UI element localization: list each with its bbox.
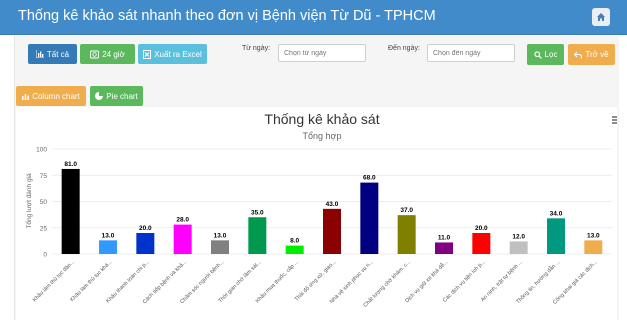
chart-bars (61, 168, 603, 254)
filter-label: Lọc (544, 50, 558, 59)
bar-chart: 0 25 50 75 100 81.0 13.0 20.0 28.0 13.0 35.0 8.0 43… (25, 111, 617, 309)
x-tick-label: Dịch vụ giữ xe khá dễ... (404, 258, 450, 304)
home-icon (597, 13, 605, 21)
chart-bar[interactable] (61, 168, 80, 254)
24h-label: 24 giờ (102, 49, 125, 59)
chart-bar[interactable] (211, 240, 229, 254)
bar-value-label: 34.0 (550, 210, 563, 217)
bar-value-label: 20.0 (139, 225, 152, 232)
x-axis-labels: Khâu làm thủ tục đăn...Khâu làm thủ tục … (31, 258, 599, 309)
filter-button[interactable]: Lọc (527, 44, 564, 65)
home-button[interactable] (592, 8, 610, 26)
chart-bar[interactable] (136, 233, 155, 254)
pie-chart-icon (95, 92, 104, 100)
page-title: Thống kê khảo sát nhanh theo đơn vị Bệnh… (18, 8, 436, 24)
export-excel-label: Xuất ra Excel (154, 49, 202, 59)
chart-menu-button[interactable] (610, 114, 617, 126)
bar-value-label: 12.0 (512, 233, 525, 240)
bar-value-label: 13.0 (587, 232, 600, 239)
all-label: Tất cả (46, 49, 70, 59)
chart-bar[interactable] (323, 208, 341, 254)
chart-bar[interactable] (435, 242, 453, 254)
bar-value-label: 81.0 (64, 161, 77, 168)
bar-chart-icon (35, 50, 44, 58)
search-icon (533, 50, 542, 59)
chart-bar[interactable] (397, 215, 416, 254)
y-tick-label: 100 (36, 147, 47, 154)
chart-bar[interactable] (360, 182, 379, 254)
column-chart-icon (22, 93, 30, 100)
to-date-input[interactable] (427, 44, 515, 62)
y-axis-title: Tổng lượt đánh giá (25, 173, 33, 229)
excel-icon (143, 49, 152, 59)
chart-container: 0 25 50 75 100 81.0 13.0 20.0 28.0 13.0 35.0 8.0 43… (16, 107, 617, 320)
back-label: Trở về (585, 50, 609, 59)
bar-value-label: 37.0 (400, 207, 413, 214)
x-tick-label: Khâu làm thủ tục khá... (69, 258, 114, 303)
y-tick-label: 75 (40, 173, 48, 180)
bar-value-label: 8.0 (290, 238, 299, 245)
chart-title: Thống kê khảo sát (264, 111, 379, 127)
chart-bar[interactable] (584, 240, 603, 254)
from-date-input[interactable] (278, 44, 366, 62)
pie-chart-button[interactable]: Pie chart (90, 86, 143, 106)
chart-bar[interactable] (173, 224, 192, 254)
x-tick-label: An ninh, trật tự bệnh ... (480, 259, 524, 303)
bar-value-label: 43.0 (326, 201, 339, 208)
bar-value-label: 68.0 (363, 175, 376, 182)
x-tick-label: Thái độ ứng xử, giao... (293, 258, 338, 303)
y-tick-label: 50 (40, 199, 48, 206)
to-date-label: Đến ngày: (388, 45, 420, 52)
y-tick-label: 0 (43, 252, 47, 259)
chart-bar[interactable] (99, 240, 117, 254)
column-chart-label: Column chart (32, 91, 80, 101)
pie-chart-label: Pie chart (106, 91, 138, 101)
column-chart-button[interactable]: Column chart (16, 86, 86, 106)
chart-bar[interactable] (509, 241, 528, 254)
chart-subtitle: Tổng hợp (303, 131, 342, 141)
x-tick-label: Công khai giá các dịch... (552, 259, 599, 306)
chart-bar[interactable] (285, 245, 304, 254)
bar-value-label: 13.0 (214, 232, 227, 239)
all-button[interactable]: Tất cả (28, 44, 77, 64)
x-tick-label: Các dịch vụ tiện ích p... (442, 259, 487, 304)
undo-icon (574, 51, 583, 58)
export-excel-button[interactable]: Xuất ra Excel (138, 44, 207, 64)
bar-value-label: 28.0 (176, 217, 189, 224)
chart-bar[interactable] (547, 218, 565, 254)
y-tick-label: 25 (40, 225, 48, 232)
bar-value-label: 35.0 (251, 209, 264, 216)
x-tick-label: Khâu làm thủ tục đăn... (31, 258, 76, 303)
chart-bar[interactable] (248, 217, 267, 254)
24h-button[interactable]: 24 giờ (80, 44, 135, 64)
y-axis: 0 25 50 75 100 (36, 147, 47, 259)
header-bar: Thống kê khảo sát nhanh theo đơn vị Bệnh… (0, 0, 627, 35)
clock-icon (90, 50, 100, 58)
bar-value-label: 13.0 (102, 232, 115, 239)
bar-value-label: 11.0 (438, 234, 451, 241)
from-date-label: Từ ngày: (242, 45, 271, 52)
back-button[interactable]: Trở về (568, 44, 615, 65)
bar-value-label: 20.0 (475, 225, 488, 232)
chart-bar[interactable] (472, 233, 491, 254)
